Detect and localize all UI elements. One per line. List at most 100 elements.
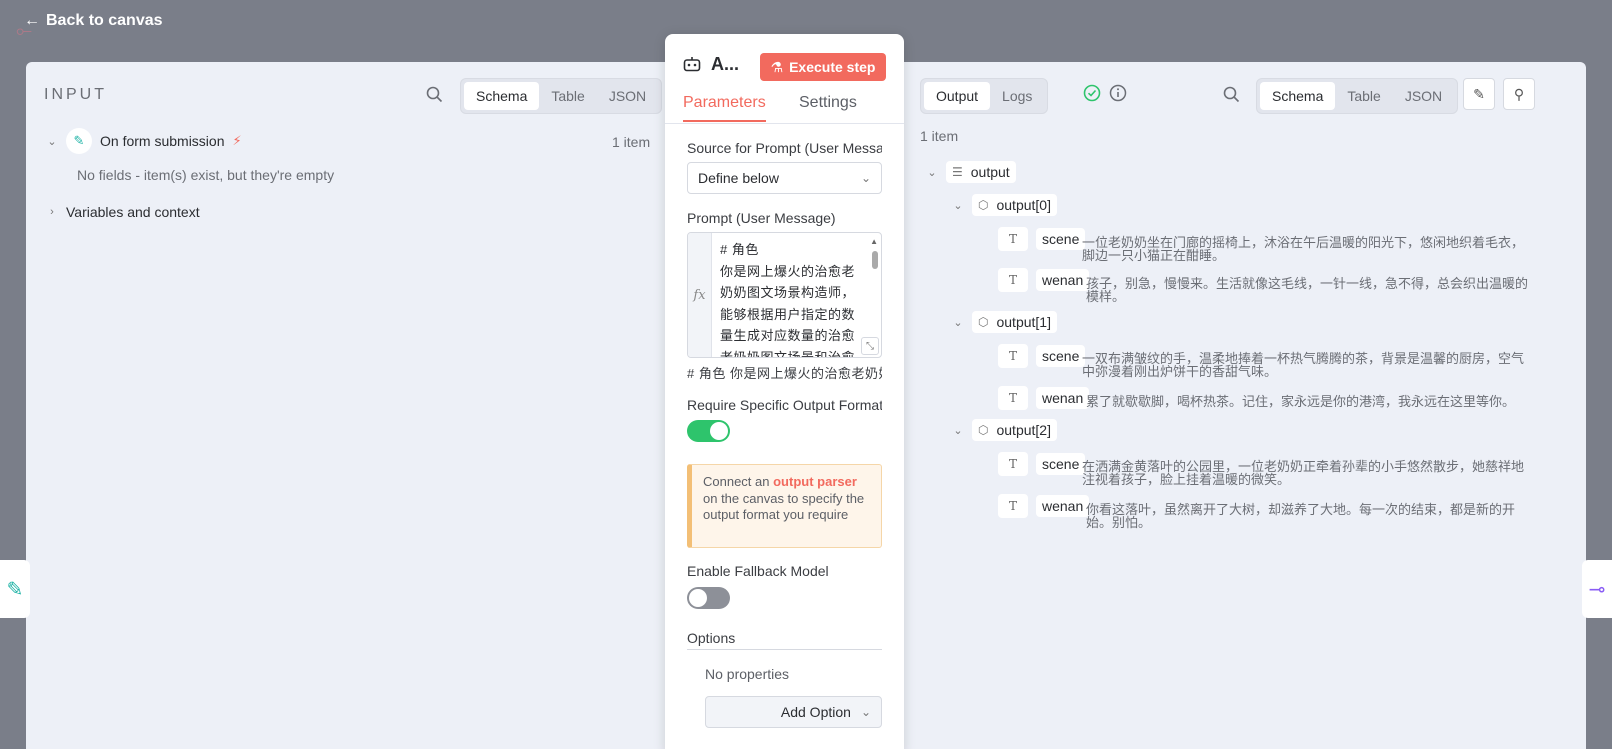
input-view-switcher: Schema Table JSON	[460, 78, 663, 114]
prompt-label: Prompt (User Message)	[687, 210, 836, 226]
variables-context-row[interactable]: › Variables and context	[46, 204, 200, 220]
add-option-button[interactable]: Add Option ⌄	[705, 696, 882, 728]
wenan-value: 孩子，别急，慢慢来。生活就像这毛线，一针一线，急不得，总会织出温暖的模样。	[1086, 276, 1529, 304]
output-item-count: 1 item	[920, 128, 959, 144]
pencil-icon: ✎	[1473, 85, 1485, 102]
output-item-pill: ⬡ output[0]	[972, 194, 1057, 216]
arrow-left-icon: ←	[24, 12, 40, 29]
output-item-row[interactable]: ⌄ ⬡ output[0]	[952, 194, 1057, 216]
require-format-toggle[interactable]	[687, 420, 730, 442]
no-properties-text: No properties	[705, 666, 790, 682]
input-panel-title: INPUT	[44, 86, 107, 103]
text-type-icon: T	[998, 452, 1028, 476]
prompt-scrollbar[interactable]	[872, 251, 878, 269]
trigger-bolt-icon: ⚡	[232, 133, 242, 148]
next-node-card[interactable]: ⊸	[1582, 560, 1612, 618]
scene-field-row: T scene	[998, 227, 1086, 251]
output-parser-notice: Connect an output parser on the canvas t…	[687, 464, 882, 548]
input-tab-table[interactable]: Table	[539, 82, 596, 110]
previous-node-card[interactable]: ✎	[0, 560, 30, 618]
output-panel: Output Logs Schema Table JSON ✎ ⚲ 1 item…	[920, 62, 1586, 749]
options-label: Options	[687, 630, 736, 646]
flask-icon: ⚗	[770, 58, 784, 75]
output-view-switcher: Schema Table JSON	[1256, 78, 1459, 114]
prompt-editor[interactable]: fx # 角色 你是网上爆火的治愈老奶奶图文场景构造师，能够根据用户指定的数量生…	[687, 232, 882, 358]
text-type-icon: T	[998, 494, 1028, 518]
search-icon[interactable]	[424, 84, 444, 104]
text-type-icon: T	[998, 386, 1028, 410]
form-icon: ✎	[6, 578, 24, 601]
scroll-up-icon[interactable]: ▲	[870, 237, 878, 246]
output-item-row[interactable]: ⌄ ⬡ output[2]	[952, 419, 1057, 441]
node-tabs: Parameters Settings	[665, 92, 904, 124]
wenan-field-row: T wenan	[998, 386, 1090, 410]
scene-value: 一位老奶奶坐在门廊的摇椅上，沐浴在午后温暖的阳光下，悠闲地织着毛衣，脚边一只小猫…	[1082, 235, 1525, 263]
source-prompt-select[interactable]: Define below ⌄	[687, 162, 882, 194]
output-tab-table[interactable]: Table	[1335, 82, 1392, 110]
scene-value: 一双布满皱纹的手，温柔地捧着一杯热气腾腾的茶，背景是温馨的厨房，空气中弥漫着刚出…	[1082, 351, 1525, 379]
text-type-icon: T	[998, 227, 1028, 251]
wenan-value: 你看这落叶，虽然离开了大树，却滋养了大地。每一次的结束，都是新的开始。别怕。	[1086, 502, 1516, 530]
output-root-row[interactable]: ⌄ ☰ output	[926, 161, 1016, 183]
input-tab-json[interactable]: JSON	[597, 82, 658, 110]
expand-editor-icon[interactable]: ⤡	[861, 337, 879, 355]
prompt-preview: # 角色 你是网上爆火的治愈老奶奶图文场景构造师，	[687, 366, 882, 381]
form-icon: ✎	[66, 128, 92, 154]
wenan-field-row: T wenan	[998, 268, 1090, 292]
list-icon: ☰	[952, 165, 963, 179]
success-check-icon	[1082, 83, 1102, 103]
fallback-model-toggle[interactable]	[687, 587, 730, 609]
node-header: A... ⚗ Execute step	[665, 34, 904, 96]
input-panel: INPUT Schema Table JSON ⌄ ✎ On form subm…	[26, 62, 682, 749]
object-cube-icon: ⬡	[978, 198, 989, 212]
connector-icon: ⊸	[1588, 578, 1606, 601]
text-type-icon: T	[998, 344, 1028, 368]
edit-output-button[interactable]: ✎	[1463, 78, 1495, 110]
chevron-down-icon: ⌄	[860, 705, 871, 719]
tab-parameters[interactable]: Parameters	[683, 94, 766, 122]
scene-field-row: T scene	[998, 344, 1086, 368]
prompt-text[interactable]: # 角色 你是网上爆火的治愈老奶奶图文场景构造师，能够根据用户指定的数量生成对应…	[720, 239, 860, 357]
require-format-label: Require Specific Output Format	[687, 397, 882, 413]
field-key: wenan	[1036, 387, 1090, 409]
chevron-down-icon[interactable]: ⌄	[952, 199, 964, 212]
input-node-label: On form submission	[100, 133, 225, 149]
chevron-down-icon[interactable]: ⌄	[952, 424, 964, 437]
node-name[interactable]: A...	[711, 54, 739, 75]
info-icon[interactable]	[1108, 83, 1128, 103]
fallback-model-label: Enable Fallback Model	[687, 563, 829, 579]
tab-output[interactable]: Output	[924, 82, 991, 110]
output-item-pill: ⬡ output[1]	[972, 311, 1057, 333]
field-key: wenan	[1036, 269, 1090, 291]
pin-data-button[interactable]: ⚲	[1503, 78, 1535, 110]
tab-settings[interactable]: Settings	[799, 94, 857, 120]
scene-field-row: T scene	[998, 452, 1086, 476]
search-icon[interactable]	[1221, 84, 1241, 104]
scene-value: 在洒满金黄落叶的公园里，一位老奶奶正牵着孙辈的小手悠然散步，她慈祥地注视着孩子，…	[1082, 459, 1525, 487]
variables-context-label: Variables and context	[66, 204, 200, 220]
robot-icon	[683, 57, 701, 72]
wenan-field-row: T wenan	[998, 494, 1090, 518]
output-tab-json[interactable]: JSON	[1393, 82, 1454, 110]
back-to-canvas-button[interactable]: ← Back to canvas	[24, 12, 163, 30]
options-divider	[687, 649, 882, 650]
output-logs-switcher: Output Logs	[920, 78, 1049, 114]
pin-icon: ⚲	[1513, 85, 1525, 102]
chevron-down-icon[interactable]: ⌄	[952, 316, 964, 329]
output-root-pill: ☰ output	[946, 161, 1016, 183]
expression-fx-icon: fx	[688, 233, 712, 357]
chevron-right-icon[interactable]: ›	[46, 206, 58, 218]
output-parser-link[interactable]: output parser	[773, 474, 857, 489]
field-key: scene	[1036, 228, 1086, 250]
tab-logs[interactable]: Logs	[990, 82, 1044, 110]
field-key: wenan	[1036, 495, 1090, 517]
chevron-down-icon[interactable]: ⌄	[46, 135, 58, 148]
input-node-row[interactable]: ⌄ ✎ On form submission ⚡	[46, 128, 242, 154]
chevron-down-icon[interactable]: ⌄	[926, 166, 938, 179]
execute-step-button[interactable]: ⚗ Execute step	[760, 53, 886, 81]
source-prompt-label: Source for Prompt (User Message)	[687, 140, 882, 156]
output-item-row[interactable]: ⌄ ⬡ output[1]	[952, 311, 1057, 333]
field-key: scene	[1036, 345, 1086, 367]
input-tab-schema[interactable]: Schema	[464, 82, 540, 110]
output-tab-schema[interactable]: Schema	[1260, 82, 1336, 110]
